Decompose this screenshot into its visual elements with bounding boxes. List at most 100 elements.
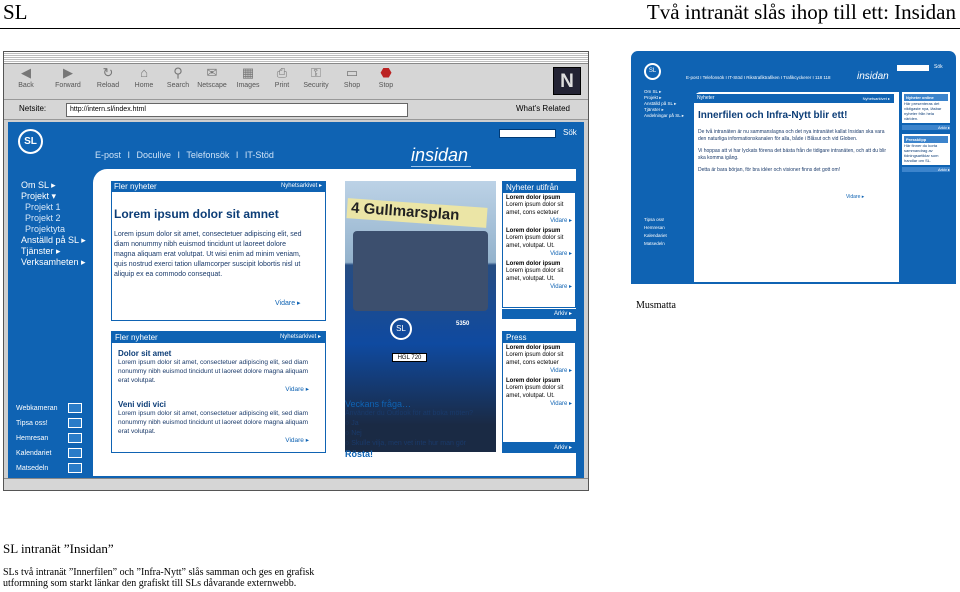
quicklink-tipsa[interactable]: Tipsa oss! [16, 416, 82, 431]
reload-button[interactable]: ↻ Reload [90, 66, 126, 90]
security-icon: ⚿ [311, 65, 321, 80]
webcam-icon [68, 403, 82, 413]
news-archive-link[interactable]: Nyhetsarkivet ▸ [281, 181, 322, 192]
tip-icon [68, 418, 82, 428]
vote-button[interactable]: Rösta! [345, 449, 473, 459]
news2-panel: Fler nyheter Nyhetsarkivet ▸ Dolor sit am… [111, 331, 326, 453]
press-item-more[interactable]: Vidare ▸ [506, 367, 572, 374]
news2-item-more[interactable]: Vidare ▸ [118, 436, 319, 445]
netscape-logo: N [553, 67, 581, 95]
mini-right-column: Nyheter online Här presenteras det viktig… [902, 92, 950, 172]
print-button[interactable]: ⎙ Print [264, 66, 300, 90]
images-button[interactable]: ▦ Images [230, 65, 266, 90]
poll-question: Använder du Outlook för att boka möten? [345, 410, 474, 417]
quicklink-matsedeln[interactable]: Matsedeln [16, 461, 82, 476]
bus-license-plate: HGL 720 [392, 353, 427, 362]
quicklink-kalendariet[interactable]: Kalendariet [16, 446, 82, 461]
stop-icon: ⬣ [380, 65, 392, 80]
slide-title-left: SL [3, 0, 28, 24]
images-icon: ▦ [241, 65, 255, 80]
news-headline[interactable]: Lorem ipsum dolor sit amnet [114, 207, 279, 221]
mini-quicklinks: Tipsa oss! Hemresan Kalendariet Matsedel… [644, 216, 667, 248]
forward-button[interactable]: ▶ Forward [50, 65, 86, 90]
news2-item-more[interactable]: Vidare ▸ [118, 385, 319, 394]
calendar-icon [68, 448, 82, 458]
mini-brand-wordmark: insidan [857, 71, 889, 82]
back-button[interactable]: ◀ Back [8, 66, 44, 90]
news-panel-header: Fler nyheter Nyhetsarkivet ▸ [111, 181, 326, 192]
intranet-page: SL E-post I Doculive I Telefonsök I IT-S… [8, 122, 584, 478]
mini-headline: Innerfilen och Infra-Nytt blir ett! [698, 110, 848, 121]
nav-item-tjanster[interactable]: Tjänster ▸ [21, 246, 86, 257]
home-button[interactable]: ⌂ Home [126, 65, 162, 90]
nav-item-projekt[interactable]: Projekt ▾ [21, 191, 86, 202]
mini-quicklink: Tipsa oss! [644, 217, 665, 222]
netscape-button[interactable]: ✉ Netscape [194, 65, 230, 90]
left-navigation: Om SL ▸ Projekt ▾ Projekt 1 Projekt 2 Pr… [21, 180, 86, 268]
nav-item-projektyta[interactable]: Projektyta [21, 224, 86, 235]
brand-wordmark: insidan [411, 145, 471, 167]
poll-panel: Veckans fråga… Använder du Outlook för a… [345, 399, 473, 459]
outside-item-more[interactable]: Vidare ▸ [506, 283, 572, 290]
outside-item-more[interactable]: Vidare ▸ [506, 250, 572, 257]
press-item-more[interactable]: Vidare ▸ [506, 400, 572, 407]
nav-item-verksamheten[interactable]: Verksamheten ▸ [21, 257, 86, 268]
shop-icon: ▭ [345, 65, 359, 80]
bus-destination-sign: 4 Gullmarsplan [346, 198, 488, 228]
news2-item-title[interactable]: Veni vidi vici [118, 400, 319, 409]
forward-arrow-icon: ▶ [63, 65, 73, 80]
poll-option-nej[interactable]: ○ Nej [345, 429, 473, 439]
stop-button[interactable]: ⬣ Stop [368, 65, 404, 90]
outside-item-text: Lorem ipsum dolor sit amet, volutpat. Ut… [506, 268, 564, 282]
home-icon: ⌂ [140, 65, 148, 80]
news2-item-text: Lorem ipsum dolor sit amet, consectetuer… [118, 359, 309, 384]
press-item-text: Lorem ipsum dolor sit amet, cons ectetue… [506, 352, 564, 366]
nav-item-om-sl[interactable]: Om SL ▸ [21, 180, 86, 191]
poll-option-skulle[interactable]: ○ Skulle vilja, men vet inte hur man gör [345, 439, 473, 449]
outside-archive-link[interactable]: Arkiv ▸ [502, 309, 576, 319]
press-panel: Press Lorem dolor ipsum Lorem ipsum dolo… [502, 331, 576, 443]
whats-related-button[interactable]: What's Related [516, 104, 570, 113]
mini-left-navigation: Om SL ▸ Projekt ▸ Anställd på SL ▸ Tjäns… [644, 89, 684, 119]
quicklink-hemresan[interactable]: Hemresan [16, 431, 82, 446]
news-more-link[interactable]: Vidare ▸ [275, 299, 301, 307]
mini-nav-item: Avdelningar på SL ▸ [644, 113, 685, 118]
url-input[interactable]: http://intern.sl/index.html [66, 103, 408, 117]
sl-logo[interactable]: SL [18, 129, 43, 154]
mini-more-link: Vidare ▸ [846, 194, 865, 200]
news2-archive-link[interactable]: Nyhetsarkivet ▸ [280, 332, 321, 343]
search-submit-button[interactable]: Sök [563, 128, 577, 137]
search-input[interactable] [499, 129, 556, 138]
quicklink-webkameran[interactable]: Webkameran [16, 401, 82, 416]
mini-search-button: Sök [934, 64, 943, 70]
poll-option-ja[interactable]: ○ Ja [345, 419, 473, 429]
shop-button[interactable]: ▭ Shop [334, 65, 370, 90]
bus-windshield [353, 231, 488, 311]
window-titlebar[interactable] [4, 52, 588, 64]
browser-window: ◀ Back ▶ Forward ↻ Reload ⌂ Home ⚲ Search ✉ Ne… [3, 51, 589, 491]
nav-item-projekt-2[interactable]: Projekt 2 [21, 213, 86, 224]
top-navigation[interactable]: E-post I Doculive I Telefonsök I IT-Stöd [95, 150, 274, 160]
mini-sl-logo: SL [644, 63, 661, 80]
mini-quicklink: Matsedeln [644, 241, 665, 246]
journey-icon [68, 433, 82, 443]
outside-news-header: Nyheter utifrån [503, 182, 575, 193]
nav-item-anstalld[interactable]: Anställd på SL ▸ [21, 235, 86, 246]
press-header: Press [503, 332, 575, 343]
news2-header: Fler nyheter Nyhetsarkivet ▸ [112, 332, 325, 343]
menu-icon [68, 463, 82, 473]
mini-quicklink: Kalendariet [644, 233, 667, 238]
netscape-icon: ✉ [206, 65, 218, 80]
press-archive-link[interactable]: Arkiv ▸ [502, 443, 576, 453]
bus-number: 5350 [456, 321, 470, 327]
news2-item-title[interactable]: Dolor sit amet [118, 349, 319, 358]
caption-heading: SL intranät ”Insidan” [3, 541, 114, 556]
title-divider [0, 28, 960, 29]
mousepad-label: Musmatta [636, 300, 676, 311]
browser-toolbar: ◀ Back ▶ Forward ↻ Reload ⌂ Home ⚲ Search ✉ Ne… [4, 64, 588, 100]
outside-item-more[interactable]: Vidare ▸ [506, 217, 572, 224]
search-button[interactable]: ⚲ Search [160, 66, 196, 90]
nav-item-projekt-1[interactable]: Projekt 1 [21, 202, 86, 213]
bus-sl-logo: SL [390, 318, 412, 340]
security-button[interactable]: ⚿ Security [298, 65, 334, 90]
